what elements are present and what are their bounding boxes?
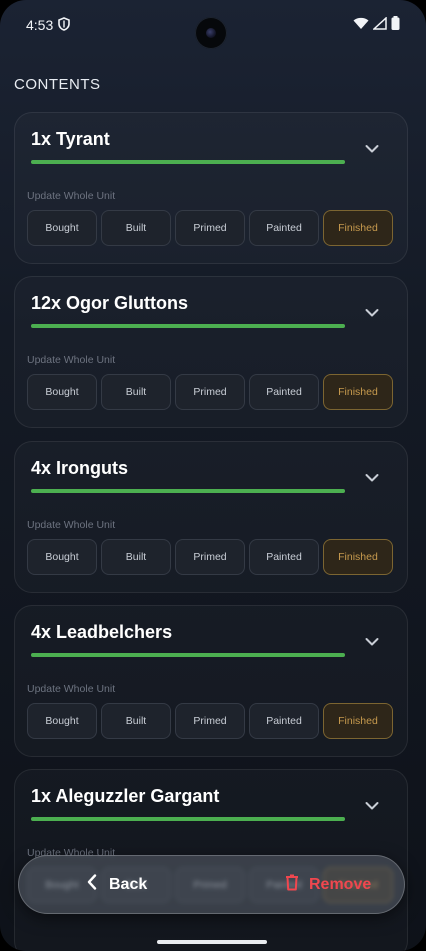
update-whole-unit-label: Update Whole Unit <box>27 190 116 202</box>
unit-progress-bar <box>31 817 345 821</box>
unit-title: 1x Tyrant <box>31 129 110 149</box>
home-indicator[interactable] <box>157 940 267 944</box>
status-time: 4:53 <box>26 17 54 33</box>
unit-card[interactable]: 4x Leadbelchers Update Whole Unit Bought Bu… <box>14 605 408 757</box>
stage-button-painted[interactable]: Painted <box>249 539 319 575</box>
camera-cutout <box>195 17 227 49</box>
chevron-down-icon[interactable] <box>365 634 379 646</box>
shield-icon <box>58 17 70 36</box>
stage-button-bought[interactable]: Bought <box>27 539 97 575</box>
unit-progress-bar <box>31 324 345 328</box>
status-bar: 4:53 <box>0 0 426 50</box>
unit-title: 4x Ironguts <box>31 458 129 478</box>
remove-label: Remove <box>309 876 372 893</box>
chevron-down-icon[interactable] <box>365 470 379 482</box>
unit-card[interactable]: 1x Tyrant Update Whole Unit Bought Built Pri… <box>14 112 408 264</box>
unit-progress-fill <box>31 817 345 821</box>
update-whole-unit-label: Update Whole Unit <box>27 683 116 695</box>
stage-button-painted[interactable]: Painted <box>249 210 319 246</box>
wifi-icon <box>353 17 369 35</box>
stage-button-primed[interactable]: Primed <box>175 210 245 246</box>
stage-button-finished[interactable]: Finished <box>323 374 393 410</box>
stage-button-primed[interactable]: Primed <box>175 703 245 739</box>
chevron-left-icon <box>87 874 97 895</box>
stage-button-built[interactable]: Built <box>101 539 171 575</box>
back-button[interactable]: Back <box>87 874 147 895</box>
app-screen: 4:53 CONTENTS 1x Tyrant Update Whole Unit… <box>0 0 426 951</box>
update-whole-unit-label: Update Whole Unit <box>27 354 116 366</box>
unit-progress-fill <box>31 160 345 164</box>
stage-button-built[interactable]: Built <box>101 374 171 410</box>
stage-button-built[interactable]: Built <box>101 703 171 739</box>
battery-icon <box>391 16 400 35</box>
stage-button-row: BoughtBuiltPrimedPaintedFinished <box>27 210 393 246</box>
unit-progress-fill <box>31 653 345 657</box>
unit-progress-bar <box>31 489 345 493</box>
stage-button-bought[interactable]: Bought <box>27 210 97 246</box>
unit-card[interactable]: 12x Ogor Gluttons Update Whole Unit Bought… <box>14 276 408 428</box>
unit-progress-fill <box>31 489 345 493</box>
unit-title: 12x Ogor Gluttons <box>31 293 189 313</box>
stage-button-bought[interactable]: Bought <box>27 374 97 410</box>
stage-button-painted[interactable]: Painted <box>249 703 319 739</box>
stage-button-row: BoughtBuiltPrimedPaintedFinished <box>27 703 393 739</box>
update-whole-unit-label: Update Whole Unit <box>27 519 116 531</box>
chevron-down-icon[interactable] <box>365 798 379 810</box>
stage-button-row: BoughtBuiltPrimedPaintedFinished <box>27 539 393 575</box>
chevron-down-icon[interactable] <box>365 305 379 317</box>
unit-title: 1x Aleguzzler Gargant <box>31 786 220 806</box>
signal-icon <box>372 15 387 35</box>
bottom-action-bar: Back Remove <box>18 855 405 914</box>
stage-button-row: BoughtBuiltPrimedPaintedFinished <box>27 374 393 410</box>
stage-button-built[interactable]: Built <box>101 210 171 246</box>
stage-button-bought[interactable]: Bought <box>27 703 97 739</box>
trash-icon <box>285 874 299 896</box>
remove-button[interactable]: Remove <box>285 874 371 896</box>
chevron-down-icon[interactable] <box>365 141 379 153</box>
stage-button-finished[interactable]: Finished <box>323 703 393 739</box>
unit-progress-bar <box>31 653 345 657</box>
stage-button-finished[interactable]: Finished <box>323 210 393 246</box>
back-label: Back <box>109 875 148 893</box>
stage-button-primed[interactable]: Primed <box>175 539 245 575</box>
unit-card[interactable]: 4x Ironguts Update Whole Unit Bought Built P… <box>14 441 408 593</box>
stage-button-finished[interactable]: Finished <box>323 539 393 575</box>
status-icons <box>353 15 400 35</box>
stage-button-primed[interactable]: Primed <box>175 374 245 410</box>
unit-progress-bar <box>31 160 345 164</box>
section-title: CONTENTS <box>14 76 101 93</box>
unit-title: 4x Leadbelchers <box>31 622 173 642</box>
unit-progress-fill <box>31 324 345 328</box>
stage-button-painted[interactable]: Painted <box>249 374 319 410</box>
